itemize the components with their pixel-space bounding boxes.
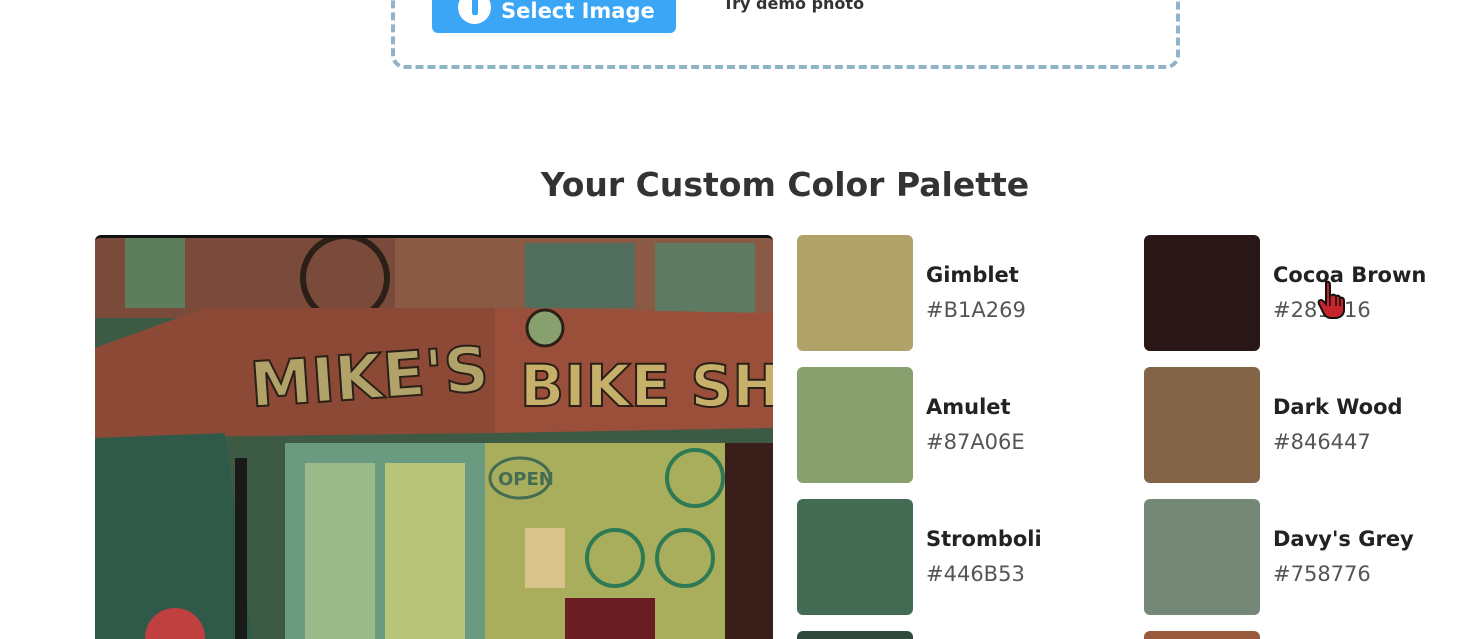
color-chip[interactable] bbox=[1144, 499, 1260, 615]
swatch-card[interactable]: Amulet #87A06E bbox=[797, 367, 1127, 483]
hand-pointer-icon bbox=[1317, 280, 1345, 319]
uploaded-photo: MIKE'S BIKE SHO OPEN bbox=[95, 235, 773, 639]
color-name: Gimblet bbox=[926, 263, 1019, 287]
select-image-label: Select Image bbox=[501, 0, 655, 23]
color-hex: #446B53 bbox=[926, 562, 1025, 586]
swatch-card[interactable]: Stromboli #446B53 bbox=[797, 499, 1127, 615]
color-name: Amulet bbox=[926, 395, 1011, 419]
color-hex: #758776 bbox=[1273, 562, 1371, 586]
color-name: Dark Wood bbox=[1273, 395, 1403, 419]
swatch-card[interactable]: Dark Wood #846447 bbox=[1144, 367, 1474, 483]
color-chip-partial[interactable] bbox=[797, 631, 913, 639]
color-hex: #B1A269 bbox=[926, 298, 1026, 322]
color-chip[interactable] bbox=[1144, 367, 1260, 483]
color-chip[interactable] bbox=[797, 499, 913, 615]
color-chip[interactable] bbox=[797, 235, 913, 351]
select-image-button[interactable]: Select Image bbox=[432, 0, 676, 33]
photo-window-sign: OPEN bbox=[498, 469, 554, 490]
color-hex: #846447 bbox=[1273, 430, 1371, 454]
palette-title: Your Custom Color Palette bbox=[540, 165, 1030, 204]
color-chip-partial[interactable] bbox=[1144, 631, 1260, 639]
photo-sign-right: BIKE SHO bbox=[520, 352, 773, 420]
color-hex: #87A06E bbox=[926, 430, 1025, 454]
color-name: Davy's Grey bbox=[1273, 527, 1414, 551]
color-name: Stromboli bbox=[926, 527, 1042, 551]
swatch-card[interactable]: Davy's Grey #758776 bbox=[1144, 499, 1474, 615]
color-chip[interactable] bbox=[797, 367, 913, 483]
color-chip[interactable] bbox=[1144, 235, 1260, 351]
upload-icon bbox=[458, 0, 491, 24]
color-name: Cocoa Brown bbox=[1273, 263, 1427, 287]
swatch-card[interactable]: Cocoa Brown #281716 bbox=[1144, 235, 1474, 351]
swatch-card[interactable]: Gimblet #B1A269 bbox=[797, 235, 1127, 351]
try-demo-photo-link[interactable]: Try demo photo bbox=[723, 0, 864, 13]
